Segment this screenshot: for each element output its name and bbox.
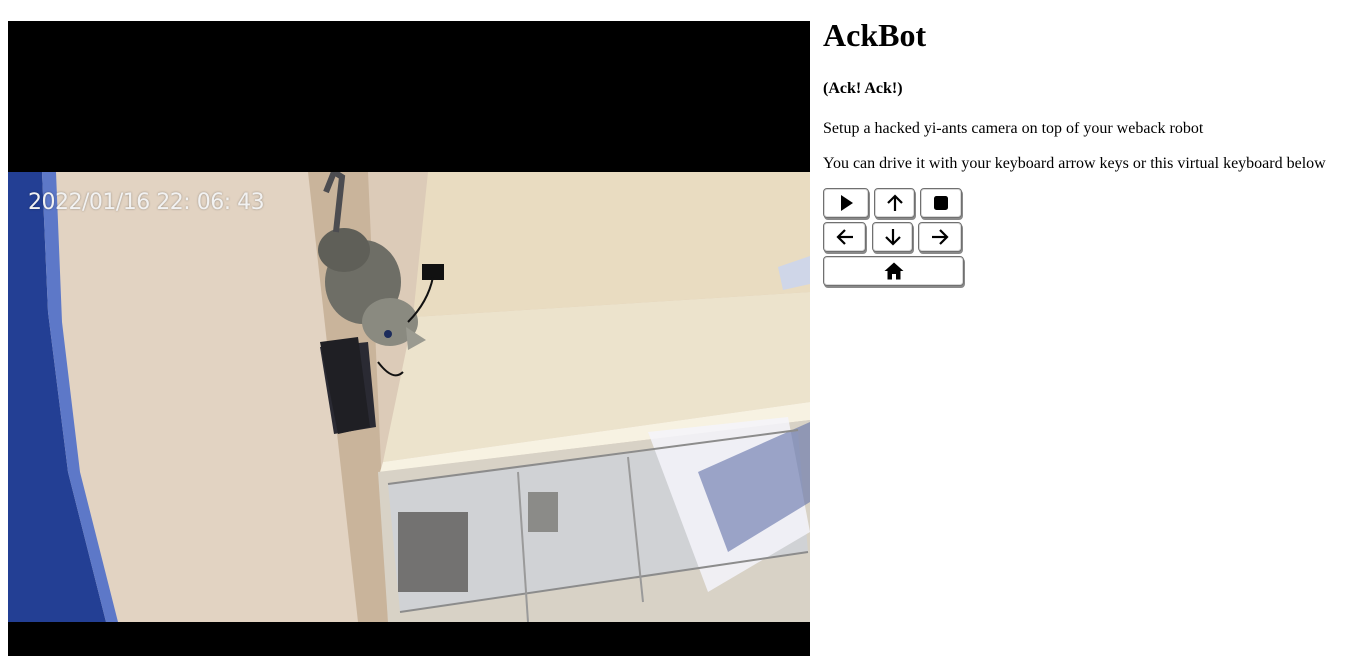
camera-timestamp: 2022/01/16 22: 06: 43: [28, 190, 265, 215]
arrow-left-icon: [835, 229, 853, 245]
home-button[interactable]: [823, 256, 964, 286]
arrow-down-icon: [884, 229, 901, 246]
stop-icon: [934, 196, 948, 210]
page-subtitle: (Ack! Ack!): [823, 80, 903, 97]
right-button[interactable]: [918, 222, 962, 252]
home-icon: [884, 262, 903, 280]
play-icon: [841, 195, 853, 211]
arrow-right-icon: [932, 229, 949, 245]
drive-instructions: You can drive it with your keyboard arro…: [823, 155, 1326, 172]
camera-stream: 2022/01/16 22: 06: 43: [8, 21, 810, 656]
play-button[interactable]: [823, 188, 869, 218]
arrow-up-icon: [886, 194, 903, 211]
setup-description: Setup a hacked yi-ants camera on top of …: [823, 120, 1204, 137]
stop-button[interactable]: [920, 188, 962, 218]
backward-button[interactable]: [872, 222, 913, 252]
camera-scene: [8, 172, 810, 622]
forward-button[interactable]: [874, 188, 915, 218]
left-button[interactable]: [823, 222, 866, 252]
camera-frame: 2022/01/16 22: 06: 43: [8, 172, 810, 622]
page: 2022/01/16 22: 06: 43 AckBot (Ack! Ack!)…: [0, 0, 1352, 656]
page-title: AckBot: [823, 17, 927, 53]
